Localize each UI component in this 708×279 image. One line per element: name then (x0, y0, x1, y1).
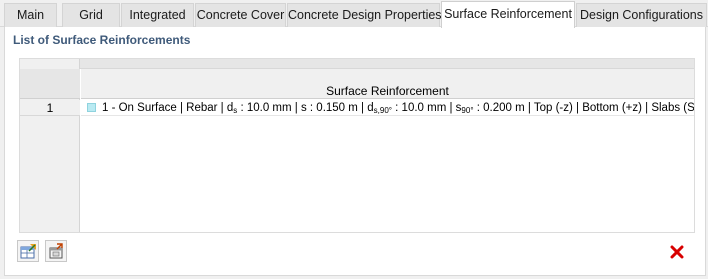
cell-text-sub3: 90° (461, 106, 474, 115)
table-edit-button[interactable] (17, 240, 39, 262)
tab-grid[interactable]: Grid (62, 3, 120, 27)
row-number[interactable]: 1 (20, 100, 80, 116)
tab-design-configurations[interactable]: Design Configurations (576, 3, 707, 27)
surface-reinforcement-panel: List of Surface Reinforcements Surface R… (4, 27, 706, 276)
surface-reinforcement-table: Surface Reinforcement 1 1 - On Surface |… (19, 58, 695, 233)
tab-integrated[interactable]: Integrated (121, 3, 194, 27)
tab-concrete-cover[interactable]: Concrete Cover (195, 3, 286, 27)
table-row[interactable]: 1 - On Surface | Rebar | ds : 10.0 mm | … (81, 100, 694, 116)
table-top-strip (20, 59, 694, 69)
delete-button[interactable] (666, 241, 688, 263)
cell-text-sub2: s,90° (373, 106, 392, 115)
cell-text-part2: : 10.0 mm | s : 0.150 m | d (237, 102, 374, 114)
tab-main[interactable]: Main (4, 3, 57, 27)
delete-icon (666, 245, 688, 266)
cell-text-part4: : 0.200 m | Top (-z) | Bottom (+z) | Sla… (473, 102, 694, 114)
column-header-surface-reinforcement[interactable]: Surface Reinforcement (81, 69, 694, 99)
section-title: List of Surface Reinforcements (13, 33, 191, 47)
export-button[interactable] (45, 240, 67, 262)
tab-surface-reinforcement[interactable]: Surface Reinforcement (441, 1, 575, 28)
table-corner (20, 69, 80, 99)
tab-bar: Main Grid Integrated Concrete Cover Conc… (0, 0, 708, 28)
color-swatch (87, 103, 96, 112)
tab-concrete-design-properties[interactable]: Concrete Design Properties (287, 3, 442, 27)
cell-text-part3: : 10.0 mm | s (391, 102, 462, 114)
cell-text-part1: 1 - On Surface | Rebar | d (102, 102, 234, 114)
